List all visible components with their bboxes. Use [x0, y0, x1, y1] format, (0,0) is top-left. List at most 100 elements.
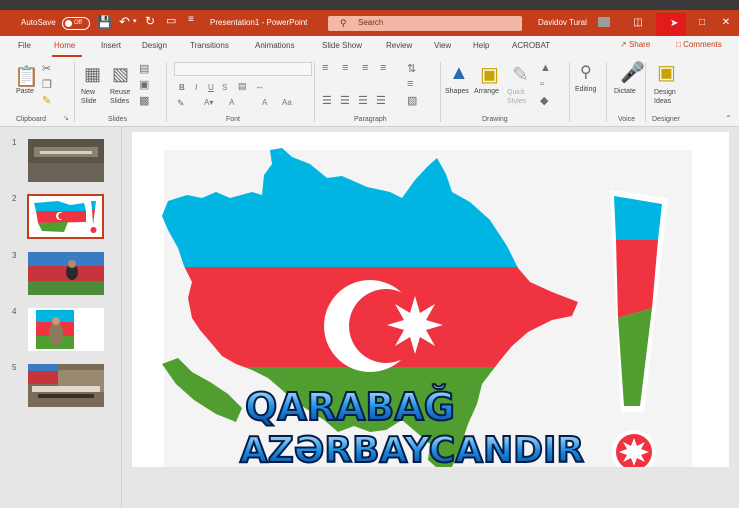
slide-thumbnail-1[interactable]: [28, 139, 104, 182]
thumbnail-image: [28, 252, 104, 295]
indent-icon[interactable]: ≡: [362, 62, 368, 74]
maximize-button[interactable]: □: [690, 13, 714, 33]
selected-slide-frame: [27, 194, 104, 239]
smartart-icon[interactable]: ▧: [407, 94, 417, 107]
exclamation-red: [616, 240, 658, 318]
highlight-icon[interactable]: ✎: [177, 98, 185, 109]
align-text-icon[interactable]: ≡: [407, 78, 413, 90]
slide-canvas[interactable]: QARABAĞ AZƏRBAYCANDIR: [132, 132, 729, 467]
share-button[interactable]: ↗ Share: [620, 40, 650, 49]
search-box[interactable]: ⚲ Search: [328, 16, 522, 31]
thumbnail-image: [28, 308, 104, 351]
align-center-icon[interactable]: ☰: [340, 94, 350, 107]
presentation-icon[interactable]: ▭: [166, 14, 176, 27]
search-input[interactable]: Search: [358, 18, 383, 27]
line-spacing-icon[interactable]: ≡: [380, 62, 386, 74]
cut-icon[interactable]: ✂: [42, 62, 51, 75]
share-icon: ↗: [620, 40, 629, 49]
close-button[interactable]: ✕: [714, 13, 738, 33]
shapes-icon[interactable]: ▲: [449, 62, 469, 85]
comments-button[interactable]: □ Comments: [676, 40, 722, 49]
user-name[interactable]: Davidov Tural: [538, 18, 587, 27]
ribbon-separator: [645, 62, 646, 122]
copy-icon[interactable]: ❐: [42, 78, 52, 91]
paste-button[interactable]: Paste: [16, 88, 34, 95]
tab-insert[interactable]: Insert: [101, 41, 121, 50]
tab-file[interactable]: File: [18, 41, 31, 50]
underline-button[interactable]: U: [208, 83, 214, 92]
slide-thumbnail-3[interactable]: [28, 252, 104, 295]
save-icon[interactable]: 💾: [97, 15, 112, 29]
avatar[interactable]: [598, 17, 610, 27]
slide-number: 1: [12, 138, 17, 147]
shape-fill-icon[interactable]: ▲: [540, 62, 551, 74]
quick-styles-button[interactable]: Quick Styles: [507, 88, 533, 106]
undo-dropdown-icon[interactable]: ▾: [133, 17, 137, 25]
dictate-button[interactable]: Dictate: [614, 88, 636, 95]
tab-transitions[interactable]: Transitions: [190, 41, 229, 50]
tab-slide-show[interactable]: Slide Show: [322, 41, 362, 50]
arrange-button[interactable]: Arrange: [474, 88, 499, 95]
design-ideas-button[interactable]: Design Ideas: [654, 88, 684, 106]
slide-title-line2[interactable]: AZƏRBAYCANDIR: [239, 429, 585, 467]
tab-review[interactable]: Review: [386, 41, 412, 50]
tab-design[interactable]: Design: [142, 41, 167, 50]
text-direction-icon[interactable]: ⇅: [407, 62, 416, 75]
tab-home[interactable]: Home: [54, 41, 75, 50]
paste-icon[interactable]: 📋: [14, 64, 39, 89]
slide-title-line1[interactable]: QARABAĞ: [244, 384, 456, 430]
strikethrough-button[interactable]: S: [222, 83, 227, 92]
font-color-icon[interactable]: A▾: [204, 98, 213, 107]
redo-icon[interactable]: ↻: [145, 14, 155, 28]
undo-icon[interactable]: ↶: [119, 14, 130, 30]
format-painter-icon[interactable]: ✎: [42, 94, 51, 107]
find-icon[interactable]: ⚲: [580, 62, 592, 82]
font-name-select[interactable]: [174, 62, 312, 76]
share-label: Share: [628, 40, 651, 49]
slide-number: 2: [12, 194, 17, 203]
autosave-toggle[interactable]: Off: [62, 17, 90, 30]
shadow-icon[interactable]: ▤: [238, 81, 247, 92]
reuse-slides-icon[interactable]: ▧: [112, 64, 129, 85]
design-ideas-icon[interactable]: ▣: [657, 60, 676, 85]
shape-outline-icon[interactable]: ▫: [540, 78, 544, 90]
tab-view[interactable]: View: [434, 41, 451, 50]
quick-styles-icon[interactable]: ✎: [512, 62, 529, 87]
new-slide-button[interactable]: New Slide: [81, 88, 103, 106]
customize-toolbar-icon[interactable]: ≡: [188, 14, 194, 25]
shapes-button[interactable]: Shapes: [445, 88, 469, 95]
align-right-icon[interactable]: ☰: [358, 94, 368, 107]
section-icon[interactable]: ▩: [139, 94, 149, 107]
pane-divider[interactable]: [121, 127, 122, 508]
reuse-slides-button[interactable]: Reuse Slides: [110, 88, 134, 106]
microphone-icon[interactable]: 🎤: [620, 60, 645, 85]
numbering-icon[interactable]: ≡: [342, 62, 348, 74]
document-title: Presentation1 - PowerPoint: [210, 18, 308, 27]
ribbon-separator: [74, 62, 75, 122]
change-case-button[interactable]: Aa: [282, 98, 292, 107]
justify-icon[interactable]: ☰: [376, 94, 386, 107]
reset-icon[interactable]: ▣: [139, 78, 149, 91]
new-slide-icon[interactable]: ▦: [84, 64, 101, 85]
collapse-ribbon-icon[interactable]: ⌃: [725, 114, 732, 123]
tab-acrobat[interactable]: ACROBAT: [512, 41, 550, 50]
clipboard-launcher-icon[interactable]: ↘: [63, 114, 69, 122]
tab-help[interactable]: Help: [473, 41, 489, 50]
notes-area[interactable]: [122, 467, 739, 508]
char-spacing-icon[interactable]: ↔: [255, 81, 264, 91]
bold-button[interactable]: B: [179, 83, 185, 92]
layout-icon[interactable]: ▤: [139, 62, 149, 75]
slide-number: 4: [12, 307, 17, 316]
shape-effects-icon[interactable]: ◆: [540, 94, 548, 107]
ribbon-display-icon[interactable]: ◫: [626, 13, 650, 33]
font-size-grow-button[interactable]: A: [229, 98, 234, 107]
font-size-shrink-button[interactable]: A: [262, 98, 267, 107]
align-left-icon[interactable]: ☰: [322, 94, 332, 107]
bullets-icon[interactable]: ≡: [322, 62, 328, 74]
tab-animations[interactable]: Animations: [255, 41, 295, 50]
editing-button[interactable]: Editing: [575, 86, 596, 93]
italic-button[interactable]: I: [195, 83, 197, 92]
slide-thumbnail-4[interactable]: [28, 308, 104, 351]
arrange-icon[interactable]: ▣: [480, 62, 499, 87]
slide-thumbnail-5[interactable]: [28, 364, 104, 407]
